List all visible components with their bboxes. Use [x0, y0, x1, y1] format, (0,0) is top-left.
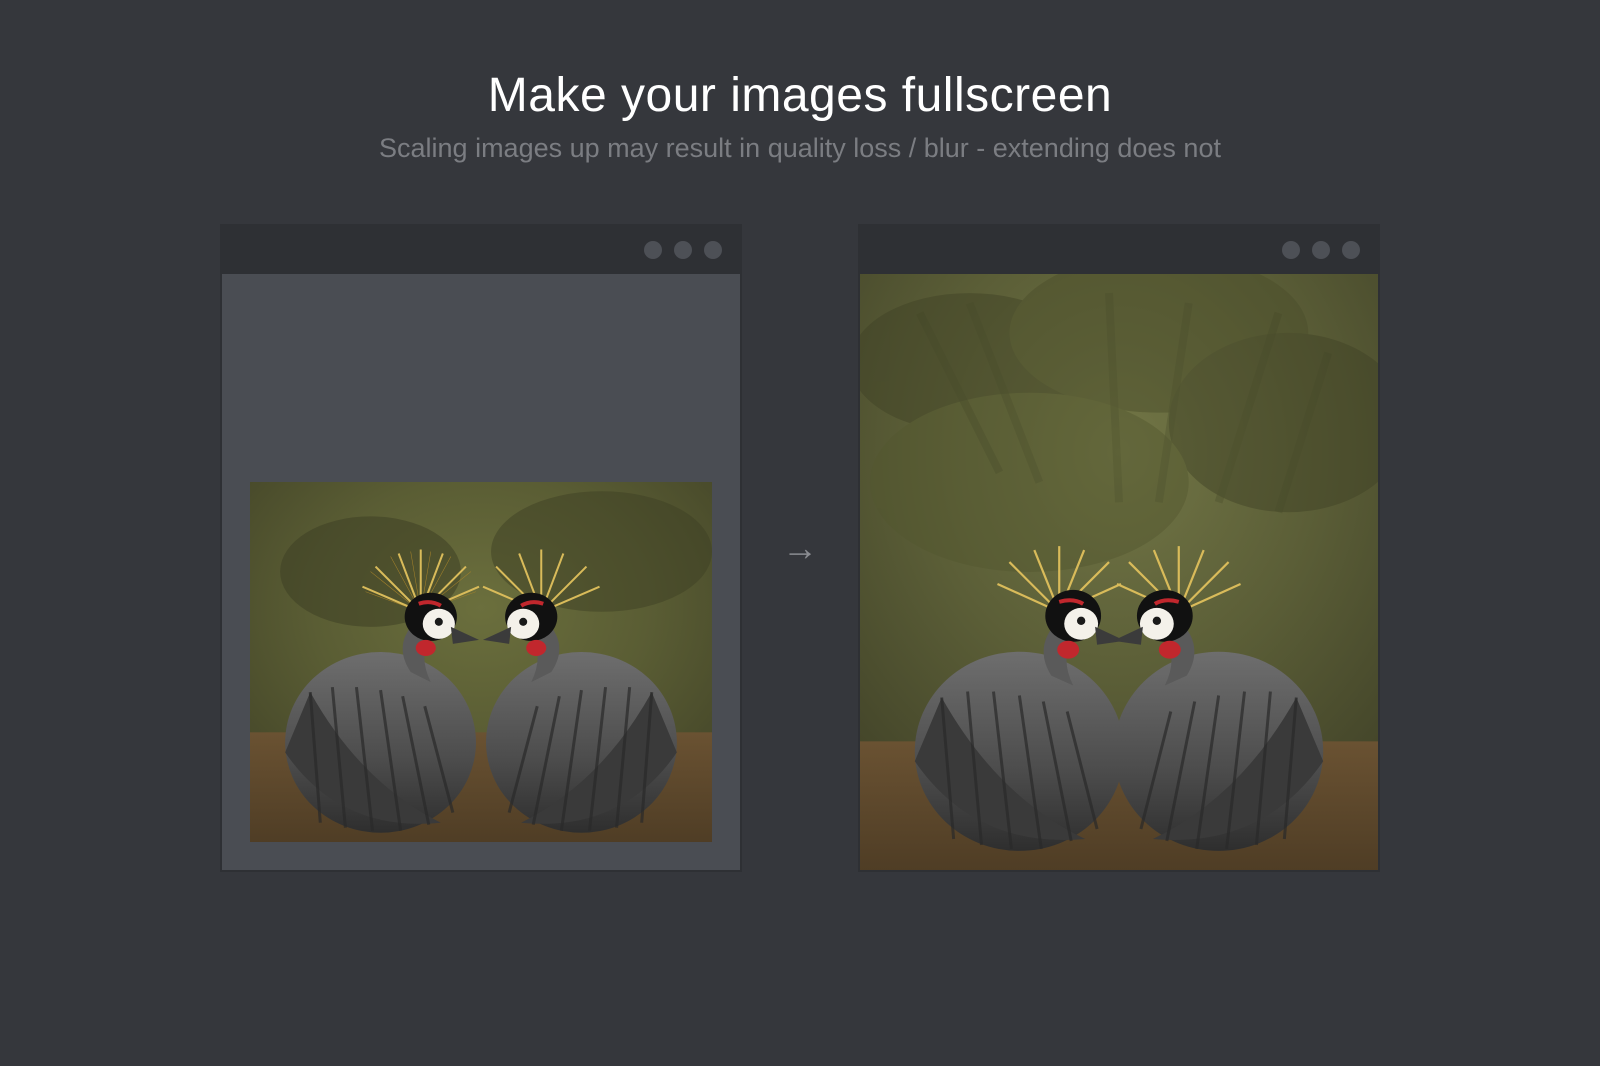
window-after	[858, 224, 1380, 872]
letterboxed-image	[250, 482, 712, 842]
page-title: Make your images fullscreen	[0, 68, 1600, 123]
fullscreen-image	[860, 274, 1378, 870]
arrow-right-icon: →	[782, 527, 818, 569]
window-control-dot	[704, 241, 722, 259]
window-control-dot	[644, 241, 662, 259]
window-control-dot	[1342, 241, 1360, 259]
window-titlebar	[860, 226, 1378, 274]
window-control-dot	[1282, 241, 1300, 259]
window-control-dot	[1312, 241, 1330, 259]
window-control-dot	[674, 241, 692, 259]
window-content	[222, 274, 740, 870]
page-subtitle: Scaling images up may result in quality …	[0, 133, 1600, 164]
window-titlebar	[222, 226, 740, 274]
window-content	[860, 274, 1378, 870]
window-before	[220, 224, 742, 872]
comparison-panels: →	[0, 224, 1600, 872]
